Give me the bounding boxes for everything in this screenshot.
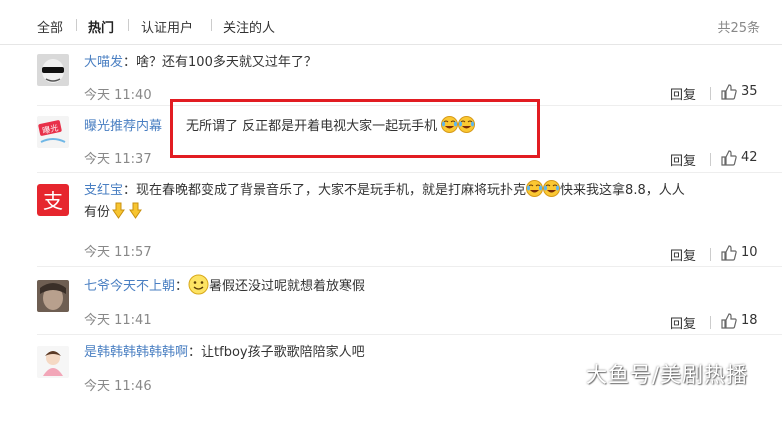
- watermark: 大鱼号/美剧热播: [586, 363, 749, 387]
- comment-text: 快来我这拿8.8，人人: [560, 183, 685, 198]
- comment-text: 有份: [84, 205, 111, 220]
- comment-filter-tabs: 全部 热门 认证用户 关注的人 共25条: [0, 0, 782, 45]
- like-count: 18: [741, 313, 758, 328]
- comment-item: 支 支红宝：现在春晚都变成了背景音乐了，大家不是玩手机，就是打麻将玩扑克 快来我这…: [0, 173, 782, 264]
- pointing-down-hand-icon: [127, 202, 144, 219]
- comment-text: 暑假还没过呢就想着放寒假: [209, 279, 366, 294]
- reply-button[interactable]: 回复: [670, 313, 696, 332]
- avatar[interactable]: [37, 54, 69, 86]
- username-separator: ：: [123, 55, 137, 70]
- tab-hot[interactable]: 热门: [88, 17, 114, 36]
- comment-username[interactable]: 大喵发: [84, 55, 123, 70]
- avatar[interactable]: 支: [37, 184, 69, 216]
- comment-time: 今天 11:46: [84, 379, 152, 394]
- comment-body: 七爷今天不上朝： 暑假还没过呢就想着放寒假: [84, 274, 764, 298]
- comment-text: 现在春晚都变成了背景音乐了，大家不是玩手机，就是打麻将玩扑克: [136, 183, 527, 198]
- thumbs-up-icon: [721, 313, 737, 329]
- reply-button[interactable]: 回复: [670, 150, 696, 169]
- like-count: 10: [741, 245, 758, 260]
- thumbs-up-icon: [721, 245, 737, 261]
- tab-verified[interactable]: 认证用户: [141, 17, 193, 36]
- comment-time: 今天 11:37: [84, 152, 152, 167]
- comment-body: 大喵发：啥？还有100多天就又过年了？: [84, 52, 764, 74]
- thumbs-up-icon: [721, 84, 737, 100]
- avatar[interactable]: [37, 280, 69, 312]
- avatar[interactable]: 曝光: [37, 116, 69, 148]
- username-separator: ：: [175, 279, 189, 294]
- tab-divider: [76, 19, 77, 31]
- action-divider: [710, 153, 711, 166]
- tab-followed[interactable]: 关注的人: [223, 17, 275, 36]
- comment-username[interactable]: 曝光推荐内幕: [84, 119, 162, 134]
- like-count: 35: [741, 84, 758, 99]
- action-divider: [710, 248, 711, 261]
- comment-body: 支红宝：现在春晚都变成了背景音乐了，大家不是玩手机，就是打麻将玩扑克 快来我这拿8…: [84, 180, 764, 224]
- tab-all[interactable]: 全部: [37, 17, 63, 36]
- thumbs-up-icon: [721, 150, 737, 166]
- alipay-logo-text: 支: [43, 189, 63, 213]
- highlight-box: [170, 99, 540, 158]
- comment-username[interactable]: 是韩韩韩韩韩韩啊: [84, 345, 188, 360]
- comment-text: 让tfboy孩子歌歌陪陪家人吧: [201, 345, 365, 360]
- action-divider: [710, 316, 711, 329]
- comment-text: 啥？还有100多天就又过年了？: [136, 55, 317, 70]
- username-separator: ：: [123, 183, 137, 198]
- avatar[interactable]: [37, 346, 69, 378]
- username-separator: ：: [188, 345, 202, 360]
- pointing-down-hand-icon: [110, 202, 127, 219]
- smiley-emoji-icon: [188, 274, 209, 295]
- comment-username[interactable]: 支红宝: [84, 183, 123, 198]
- tab-divider: [128, 19, 129, 31]
- laughing-tears-emoji-icon: [526, 180, 544, 197]
- comment-count: 共25条: [717, 21, 760, 36]
- comment-time: 今天 11:40: [84, 88, 152, 103]
- comment-time: 今天 11:57: [84, 245, 152, 260]
- reply-button[interactable]: 回复: [670, 84, 696, 103]
- reply-button[interactable]: 回复: [670, 245, 696, 264]
- laughing-tears-emoji-icon: [543, 180, 561, 197]
- tab-divider: [211, 19, 212, 31]
- action-divider: [710, 87, 711, 100]
- comment-time: 今天 11:41: [84, 313, 152, 328]
- comment-username[interactable]: 七爷今天不上朝: [84, 279, 175, 294]
- like-count: 42: [741, 150, 758, 165]
